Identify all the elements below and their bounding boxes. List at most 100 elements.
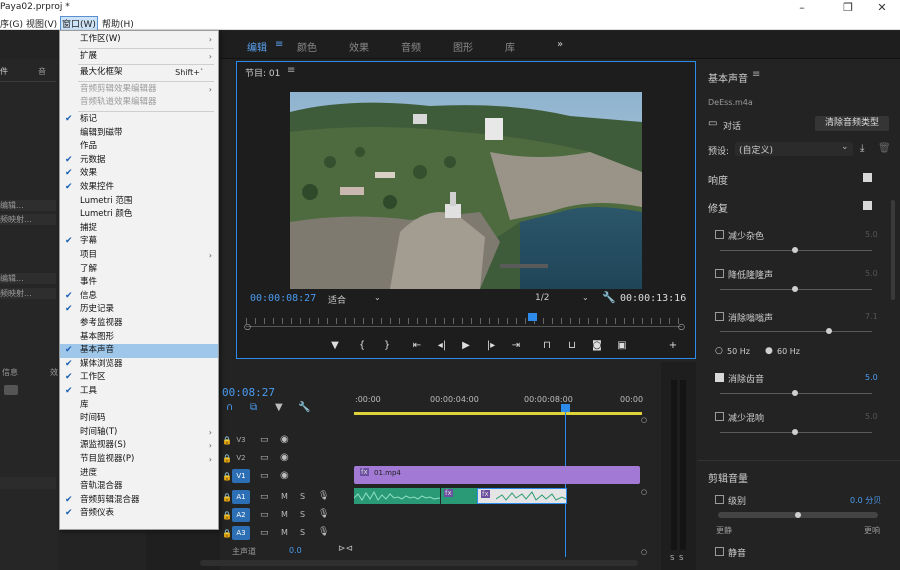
audio-clip-selected[interactable]: fx (477, 488, 567, 504)
level-checkbox[interactable] (715, 495, 724, 504)
sync-lock-icon[interactable]: ▭ (260, 510, 269, 520)
menu-item[interactable]: 进度 (60, 467, 218, 481)
menu-item[interactable]: 项目 › (60, 249, 218, 263)
mute-track-icon[interactable]: M (281, 492, 288, 501)
solo-icon[interactable]: S (670, 554, 674, 562)
mute-track-icon[interactable]: M (281, 528, 288, 537)
slider-knob[interactable] (826, 328, 832, 334)
menu-item[interactable]: ✔ 工具 (60, 385, 218, 399)
menu-item[interactable]: 参考监视器 (60, 317, 218, 331)
lock-icon[interactable]: 🔒 (222, 454, 232, 463)
ruler-handle-left-icon[interactable]: ○ (244, 322, 251, 331)
delete-preset-icon[interactable]: 🗑 (878, 143, 891, 154)
chevron-down-icon[interactable]: ⌄ (582, 293, 589, 302)
slider-knob[interactable] (792, 286, 798, 292)
panel-title[interactable]: 基本声音 (708, 70, 748, 85)
solo-track-icon[interactable]: S (300, 510, 305, 519)
track-label[interactable]: A3 (232, 526, 250, 540)
solo-track-icon[interactable]: S (300, 492, 305, 501)
clip-volume-section-label[interactable]: 剪辑音量 (708, 470, 748, 485)
list-item[interactable]: 编辑... (0, 273, 56, 284)
menu-item[interactable]: Lumetri 范围 (60, 195, 218, 209)
program-scrub-bar[interactable] (246, 326, 682, 327)
workspace-audio[interactable]: 音频 (401, 39, 421, 54)
eye-icon[interactable]: ◉ (280, 470, 289, 481)
program-timecode[interactable]: 00:00:08:27 (250, 293, 316, 304)
track-label[interactable]: A1 (232, 490, 250, 504)
track-label[interactable]: V2 (232, 451, 250, 465)
menu-item[interactable]: 库 (60, 399, 218, 413)
add-button-icon[interactable]: + (666, 340, 680, 351)
workspace-graphics[interactable]: 图形 (453, 39, 473, 54)
mute-checkbox[interactable] (715, 547, 724, 556)
menu-item[interactable]: 事件 (60, 276, 218, 290)
deess-value[interactable]: 5.0 (865, 373, 878, 382)
eye-icon[interactable]: ◉ (280, 452, 289, 463)
loudness-section-label[interactable]: 响度 (708, 172, 728, 187)
program-ruler[interactable] (246, 318, 682, 324)
slider-knob[interactable] (792, 429, 798, 435)
track-label[interactable]: A2 (232, 508, 250, 522)
go-to-end-icon[interactable]: ⊳⊲ (338, 544, 353, 554)
menu-item[interactable]: ✔ 媒体浏览器 (60, 358, 218, 372)
go-to-out-icon[interactable]: ⇥ (509, 340, 523, 351)
menu-item[interactable]: 最大化框架 Shift+` (60, 66, 218, 80)
reduce-noise-value[interactable]: 5.0 (865, 230, 878, 239)
timeline-timecode[interactable]: 00:08:27 (222, 386, 275, 399)
sync-lock-icon[interactable]: ▭ (260, 528, 269, 538)
reduce-rumble-value[interactable]: 5.0 (865, 269, 878, 278)
linked-selection-icon[interactable]: ⧉ (250, 402, 257, 413)
reduce-rumble-checkbox[interactable] (715, 269, 724, 278)
microphone-icon[interactable]: 🎙 (318, 509, 329, 519)
menu-item[interactable]: 音轨混合器 (60, 480, 218, 494)
menu-help[interactable]: 帮助(H) (102, 17, 134, 30)
menu-item[interactable]: ✔ 工作区 (60, 371, 218, 385)
snap-icon[interactable]: ∩ (226, 402, 233, 413)
scroll-handle-icon[interactable]: ○ (641, 488, 647, 496)
workspace-color[interactable]: 颜色 (297, 39, 317, 54)
menu-item[interactable]: Lumetri 颜色 (60, 208, 218, 222)
clear-audio-type-button[interactable]: 清除音频类型 (815, 116, 889, 131)
radio-50hz-icon[interactable]: ○ (715, 346, 723, 356)
loudness-checkbox[interactable] (863, 173, 872, 182)
sync-lock-icon[interactable]: ▭ (260, 435, 269, 445)
camera-icon[interactable]: ◙ (590, 340, 604, 351)
menu-view[interactable]: 视图(V) (26, 17, 57, 30)
track-label[interactable]: V3 (232, 433, 250, 447)
menu-item[interactable]: 音频轨道效果编辑器 (60, 96, 218, 110)
repair-section-label[interactable]: 修复 (708, 200, 728, 215)
compare-icon[interactable]: ▣ (615, 340, 629, 351)
menu-item[interactable]: ✔ 音频仪表 (60, 507, 218, 521)
chevron-down-icon[interactable]: ⌄ (374, 293, 381, 302)
lock-icon[interactable]: 🔒 (222, 472, 232, 481)
dehum-slider[interactable] (720, 331, 872, 332)
slider-knob[interactable] (792, 390, 798, 396)
audio-clip[interactable]: fx (441, 488, 477, 504)
menu-item[interactable]: ✔ 基本声音 (60, 344, 218, 358)
radio-60hz-icon[interactable]: ● (765, 346, 773, 356)
playhead-marker[interactable] (561, 404, 570, 412)
more-chevron-icon[interactable]: » (557, 39, 563, 50)
close-icon[interactable]: ✕ (876, 2, 888, 14)
wrench-icon[interactable]: 🔧 (602, 291, 616, 304)
menu-item[interactable]: 源监视器(S) › (60, 439, 218, 453)
slider-knob[interactable] (792, 247, 798, 253)
workspace-effects[interactable]: 效果 (349, 39, 369, 54)
menu-window[interactable]: 窗口(W) (60, 16, 98, 31)
reduce-reverb-checkbox[interactable] (715, 412, 724, 421)
menu-item[interactable]: ✔ 元数据 (60, 154, 218, 168)
lock-icon[interactable]: 🔒 (222, 529, 232, 538)
eye-icon[interactable]: ◉ (280, 434, 289, 445)
dehum-checkbox[interactable] (715, 312, 724, 321)
menu-item[interactable]: 时间码 (60, 412, 218, 426)
microphone-icon[interactable]: 🎙 (318, 527, 329, 537)
ruler-handle-right-icon[interactable]: ○ (678, 322, 685, 331)
playhead-marker[interactable] (528, 313, 537, 321)
maximize-icon[interactable]: ❐ (842, 2, 854, 14)
step-forward-icon[interactable]: |▸ (484, 340, 498, 351)
panel-menu-icon[interactable]: ≡ (752, 69, 760, 80)
wrench-icon[interactable]: 🔧 (298, 402, 310, 413)
menu-item[interactable]: 了解 (60, 263, 218, 277)
timeline-horizontal-scrollbar[interactable] (200, 560, 638, 566)
panel-scrollbar[interactable] (891, 200, 895, 300)
